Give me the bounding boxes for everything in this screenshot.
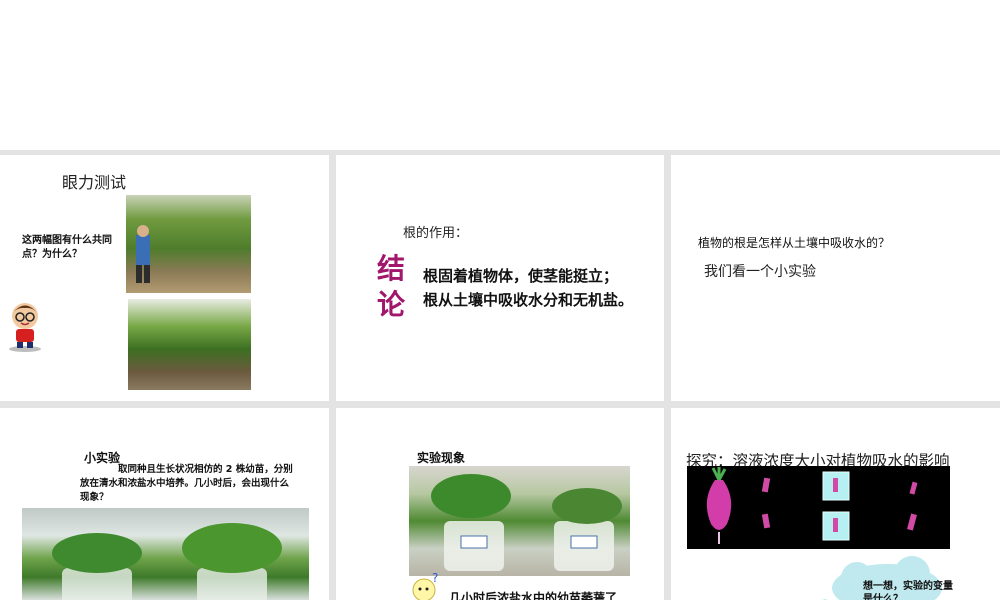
slide-thumbnail-2[interactable]: 根的作用： 结 论 根固着植物体，使茎能挺立； 根从土壤中吸收水分和无机盐。 [336,155,664,401]
slide-paragraph: 取同种且生长状况相仿的 2 株幼苗，分别放在清水和浓盐水中培养。几小时后，会出现… [80,464,293,503]
slide-subtitle: 我们看一个小实验 [704,264,816,280]
plant-roots-photo [128,299,251,390]
conclusion-line-2: 根从土壤中吸收水分和无机盐。 [423,291,634,309]
experiment-result-photo [409,466,630,576]
slide-title: 眼力测试 [62,173,127,192]
slide-thumbnail-5[interactable]: 实验现象 ? 几小时后浓盐水中的幼苗萎蔫了 [336,408,664,600]
slide-question-text: 这两幅图有什么共同点？为什么？ [22,235,112,260]
slide-lead-text: 根的作用： [403,226,469,241]
slide-thumbnail-6[interactable]: 探究：溶液浓度大小对植物吸水的影响 想一想，实验的变量是什么？ [671,408,1000,600]
radish-icon [706,467,732,544]
slide-title: 实验现象 [417,451,466,465]
cartoon-boy-icon [6,301,44,353]
conclusion-char-2: 论 [377,288,406,321]
experiment-illustration [687,466,950,549]
slide-thumbnail-1[interactable]: 眼力测试 这两幅图有什么共同点？为什么？ [0,155,329,401]
slide-thumbnail-3[interactable]: 植物的根是怎样从土壤中吸收水的？ 我们看一个小实验 [671,155,1000,401]
slide-thumbnail-4[interactable]: 小实验 取同种且生长状况相仿的 2 株幼苗，分别放在清水和浓盐水中培养。几小时后… [0,408,329,600]
thought-cloud-text: 想一想，实验的变量是什么？ [863,581,953,600]
lightbulb-character-icon: ? [410,571,442,600]
result-caption: 几小时后浓盐水中的幼苗萎蔫了 [449,591,618,600]
conclusion-line-1: 根固着植物体，使茎能挺立； [423,267,619,285]
tree-seedlings-photo [126,195,251,293]
seedlings-in-jars-photo [22,508,309,600]
slide-question-text: 植物的根是怎样从土壤中吸收水的？ [698,236,891,250]
conclusion-char-1: 结 [377,252,406,285]
svg-text:?: ? [432,572,438,585]
